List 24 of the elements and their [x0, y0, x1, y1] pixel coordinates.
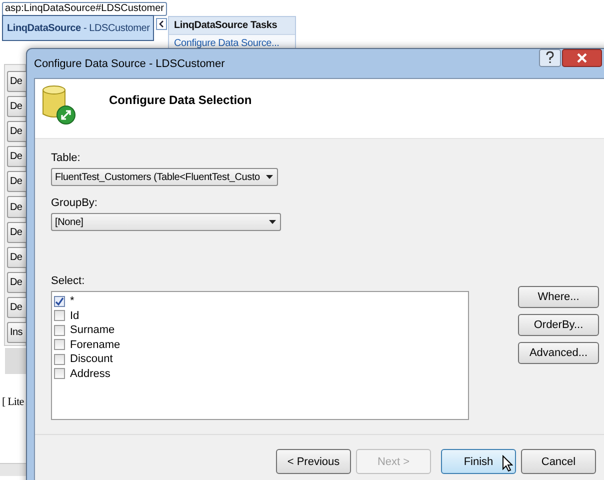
tasks-title: LinqDataSource Tasks [169, 17, 295, 35]
wizard-button[interactable]: < Previous [276, 449, 351, 474]
page-heading: Configure Data Selection [109, 92, 252, 106]
field-label: Discount [70, 353, 113, 366]
select-label: Select: [51, 274, 86, 288]
configure-link[interactable]: Configure Data Source... [169, 35, 295, 52]
field-label: * [70, 295, 74, 308]
field-label: Forename [70, 338, 120, 351]
control-panel[interactable]: LinqDataSource - LDSCustomer [2, 15, 154, 41]
groupby-label: GroupBy: [51, 196, 98, 210]
table-label: Table: [51, 151, 82, 165]
option-button[interactable]: OrderBy... [518, 314, 599, 336]
option-button[interactable]: Where... [518, 286, 599, 308]
field-label: Surname [70, 324, 115, 336]
groupby-dropdown[interactable]: [None] [51, 213, 281, 231]
literal-label: [ Lite [2, 396, 24, 408]
field-label: Id [70, 310, 80, 322]
field-label: Address [70, 368, 110, 380]
wizard-button[interactable]: Cancel [521, 449, 596, 474]
control-tag-label: asp:LinqDataSource#LDSCustomer [2, 2, 167, 16]
table-dropdown[interactable]: FluentTest_Customers (Table<FluentTest_Custo [51, 168, 278, 186]
wizard-button[interactable]: Finish [441, 449, 516, 474]
option-button[interactable]: Advanced... [518, 342, 599, 364]
window-title: Configure Data Source - LDSCustomer [34, 58, 225, 70]
